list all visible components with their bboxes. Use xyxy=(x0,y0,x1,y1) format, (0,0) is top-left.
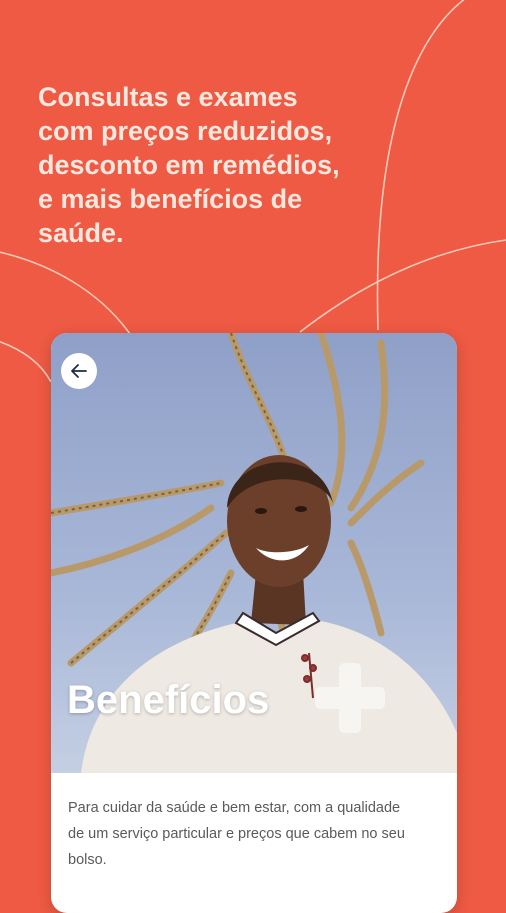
headline-line: com preços reduzidos, xyxy=(38,116,333,146)
headline-line: e mais benefícios de xyxy=(38,184,303,214)
benefits-card[interactable]: Benefícios Para cuidar da saúde e bem es… xyxy=(51,333,457,913)
plus-icon xyxy=(315,663,385,733)
headline-line: Consultas e exames xyxy=(38,82,298,112)
arrow-left-icon xyxy=(71,364,87,378)
back-button[interactable] xyxy=(61,353,97,389)
card-description: Para cuidar da saúde e bem estar, com a … xyxy=(68,800,405,868)
hero-image: Benefícios xyxy=(51,333,457,773)
card-title: Benefícios xyxy=(67,678,270,722)
headline-line: desconto em remédios, xyxy=(38,150,340,180)
headline: Consultas e exames com preços reduzidos,… xyxy=(38,80,378,250)
headline-line: saúde. xyxy=(38,218,124,248)
